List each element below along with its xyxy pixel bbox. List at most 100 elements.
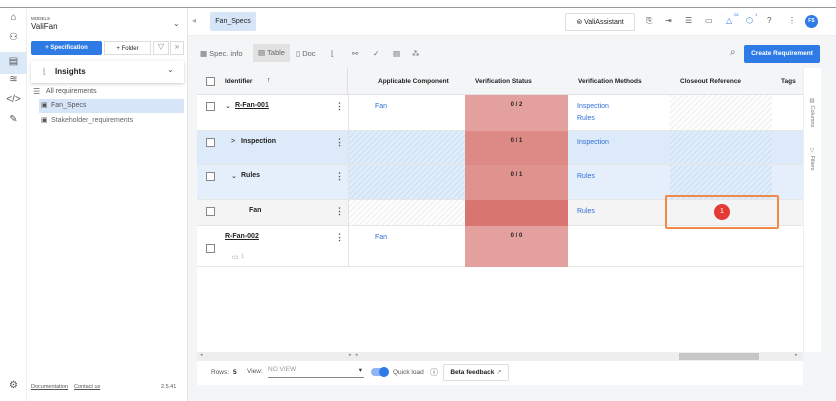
bell-icon[interactable]: △ bbox=[726, 16, 732, 25]
sort-ascending-icon[interactable]: ↑ bbox=[267, 77, 271, 84]
component-link[interactable]: Fan bbox=[375, 103, 387, 110]
column-header[interactable]: Closeout Reference bbox=[680, 78, 741, 85]
column-header[interactable]: Applicable Component bbox=[378, 78, 449, 85]
row-identifier[interactable]: R-Fan-002 bbox=[225, 233, 259, 240]
documentation-link[interactable]: Documentation bbox=[31, 384, 68, 390]
rows-count: 5 bbox=[233, 369, 237, 376]
export-icon[interactable]: ⇥ bbox=[665, 16, 672, 25]
verification-method-link[interactable]: Rules bbox=[577, 115, 595, 122]
help-icon[interactable]: ? bbox=[767, 16, 771, 25]
add-specification-button[interactable]: + Specification bbox=[31, 41, 102, 55]
scrollbar-thumb[interactable] bbox=[679, 353, 759, 360]
row-checkbox[interactable] bbox=[206, 244, 215, 253]
document-icon[interactable]: ▤ bbox=[393, 49, 400, 58]
verify-icon[interactable]: ✓ bbox=[373, 49, 379, 58]
spec-info-button[interactable]: ▦ Spec. info bbox=[200, 49, 243, 58]
collapse-sidebar-icon[interactable]: ◂ bbox=[192, 16, 196, 25]
verification-method-link[interactable]: Rules bbox=[577, 208, 595, 215]
tab-fan-specs[interactable]: Fan_Specs bbox=[210, 12, 256, 31]
scroll-left-icon[interactable]: ◂ bbox=[355, 352, 358, 358]
tasks-icon[interactable]: ⬡ bbox=[746, 16, 753, 25]
table-view-button[interactable]: ▤ Table bbox=[253, 44, 290, 62]
settings-icon[interactable]: ⚙ bbox=[6, 380, 21, 395]
sidebar-item-stakeholder-requirements[interactable]: ▣ Stakeholder_requirements bbox=[39, 114, 184, 128]
insights-panel[interactable]: ⌊ Insights ⌄ bbox=[31, 61, 184, 83]
doc-view-button[interactable]: ▯ Doc bbox=[296, 49, 316, 58]
search-icon[interactable]: ⌕ bbox=[730, 47, 736, 58]
table-footer: Rows: 5 View: NO VIEW ▾ Quick load ⓘ Beta… bbox=[197, 361, 803, 385]
component-cell bbox=[348, 131, 465, 164]
chevron-down-icon[interactable]: ⌄ bbox=[231, 172, 237, 180]
row-menu-icon[interactable]: ⋮ bbox=[335, 101, 344, 112]
column-header[interactable]: Tags bbox=[781, 78, 796, 85]
notification-badge: 28 bbox=[734, 12, 739, 17]
scroll-right-icon[interactable]: ▸ bbox=[349, 352, 352, 358]
model-selector[interactable]: ValiFan bbox=[31, 22, 58, 31]
contact-link[interactable]: Contact us bbox=[74, 384, 100, 390]
code-icon[interactable]: </> bbox=[6, 94, 21, 109]
import-icon[interactable]: ⎘ bbox=[646, 16, 652, 26]
sidebar-item-fan-specs[interactable]: ▣ Fan_Specs bbox=[39, 99, 184, 113]
more-icon[interactable]: ⋮ bbox=[788, 16, 796, 25]
verification-method-link[interactable]: Inspection bbox=[577, 139, 609, 146]
analytics-icon[interactable]: ≋ bbox=[6, 74, 21, 89]
row-identifier: Inspection bbox=[241, 138, 277, 145]
graph-view-icon[interactable]: ⚯ bbox=[352, 49, 358, 58]
chevron-right-icon[interactable]: > bbox=[231, 138, 235, 145]
sidebar-item-label: Stakeholder_requirements bbox=[51, 117, 134, 124]
requirements-icon[interactable]: ▤ bbox=[0, 52, 27, 74]
filters-tab[interactable]: ▽ Filters bbox=[809, 148, 815, 171]
row-menu-icon[interactable]: ⋮ bbox=[335, 171, 344, 182]
select-all-checkbox[interactable] bbox=[206, 77, 215, 86]
comment-icon[interactable]: ▭ bbox=[232, 253, 239, 261]
column-header[interactable]: Identifier bbox=[225, 78, 252, 85]
component-cell bbox=[348, 200, 465, 225]
verification-status-cell bbox=[465, 165, 568, 200]
row-checkbox[interactable] bbox=[206, 172, 215, 181]
verification-method-link[interactable]: Rules bbox=[577, 173, 595, 180]
vali-assistant-button[interactable]: ⊜ ValiAssistant bbox=[565, 13, 635, 31]
matrix-icon[interactable]: ⁂ bbox=[412, 49, 420, 58]
home-icon[interactable]: ⌂ bbox=[6, 12, 21, 27]
models-label: MODELS bbox=[31, 16, 51, 21]
columns-tab[interactable]: ▥ Columns bbox=[809, 98, 815, 127]
scroll-right-icon[interactable]: ▸ bbox=[795, 352, 798, 358]
sidebar: MODELS ValiFan ⌄ + Specification + Folde… bbox=[27, 8, 188, 401]
column-divider bbox=[347, 68, 348, 95]
column-header[interactable]: Verification Status bbox=[475, 78, 532, 85]
row-identifier[interactable]: R-Fan-001 bbox=[235, 102, 269, 109]
checklist-icon[interactable]: ☰ bbox=[685, 16, 692, 25]
component-link[interactable]: Fan bbox=[375, 234, 387, 241]
row-menu-icon[interactable]: ⋮ bbox=[335, 137, 344, 148]
horizontal-scrollbar[interactable]: ◂ ▸ ◂ ▸ bbox=[197, 352, 803, 361]
collapse-icon[interactable]: » bbox=[170, 41, 184, 55]
hierarchy-icon[interactable]: ⚇ bbox=[6, 32, 21, 47]
external-link-icon: ↗ bbox=[496, 369, 502, 376]
row-checkbox[interactable] bbox=[206, 138, 215, 147]
quick-load-label: Quick load bbox=[393, 369, 424, 376]
create-requirement-button[interactable]: Create Requirement bbox=[744, 45, 820, 63]
chart-view-icon[interactable]: ⌊ bbox=[331, 49, 334, 58]
row-checkbox[interactable] bbox=[206, 102, 215, 111]
table-label: Table bbox=[267, 48, 285, 57]
help-icon[interactable]: ⓘ bbox=[430, 367, 438, 378]
row-menu-icon[interactable]: ⋮ bbox=[335, 206, 344, 217]
add-folder-button[interactable]: + Folder bbox=[104, 41, 151, 55]
verification-method-link[interactable]: Inspection bbox=[577, 103, 609, 110]
row-checkbox[interactable] bbox=[206, 207, 215, 216]
comments-icon[interactable]: ▭ bbox=[705, 16, 713, 25]
scroll-left-icon[interactable]: ◂ bbox=[200, 352, 203, 358]
view-select[interactable]: NO VIEW ▾ bbox=[268, 366, 364, 378]
avatar[interactable]: FS bbox=[805, 15, 818, 28]
chevron-down-icon[interactable]: ⌄ bbox=[173, 19, 180, 28]
beta-feedback-button[interactable]: Beta feedback ↗ bbox=[443, 364, 509, 381]
column-header[interactable]: Verification Methods bbox=[578, 78, 642, 85]
ruler-icon[interactable]: ✎ bbox=[6, 114, 21, 129]
all-requirements-item[interactable]: All requirements bbox=[46, 88, 97, 95]
verification-status-value: 0 / 1 bbox=[510, 172, 523, 178]
quick-load-toggle[interactable] bbox=[371, 367, 389, 377]
filter-icon[interactable]: ▽ bbox=[153, 41, 169, 55]
row-menu-icon[interactable]: ⋮ bbox=[335, 232, 344, 243]
header-bar: ◂ Fan_Specs ⊜ ValiAssistant ⎘ ⇥ ☰ ▭ △ 28… bbox=[188, 8, 836, 36]
chevron-down-icon[interactable]: ⌄ bbox=[225, 102, 231, 110]
